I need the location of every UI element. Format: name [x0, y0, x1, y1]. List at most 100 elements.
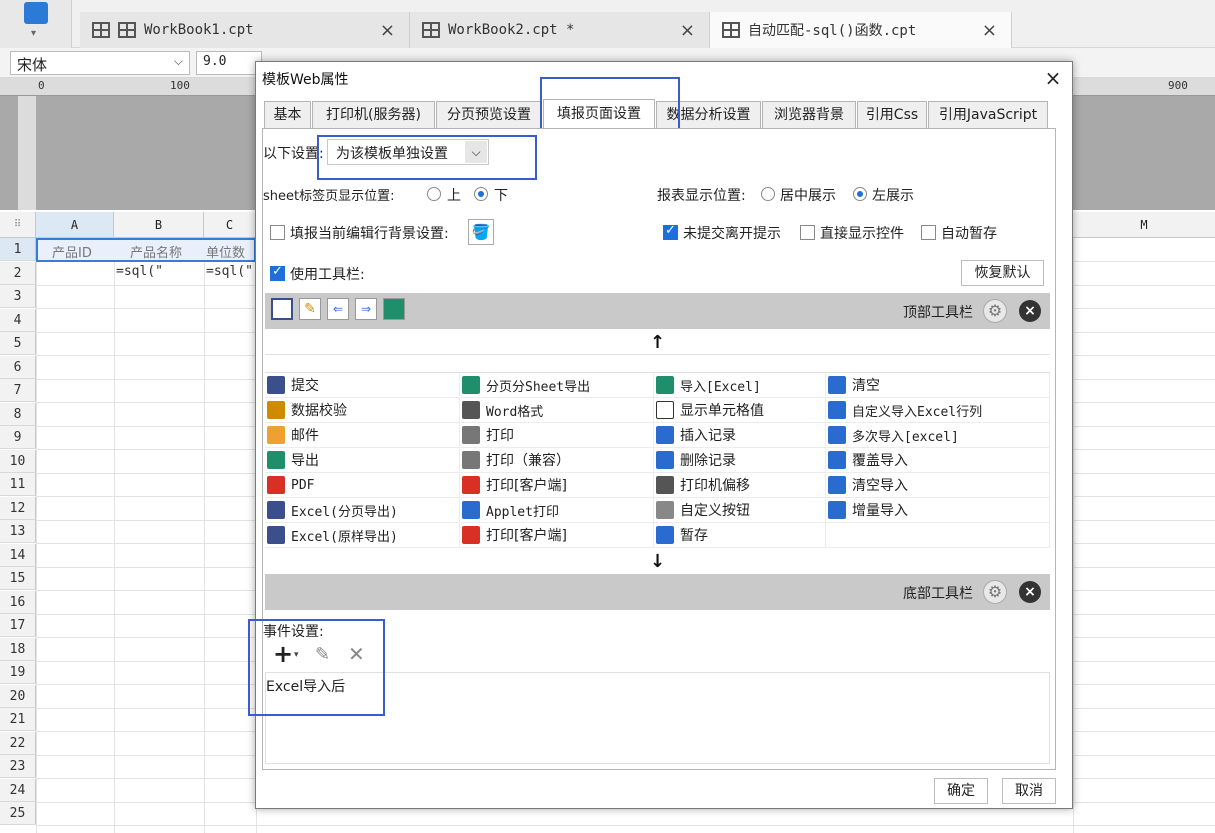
- toolbar-item[interactable]: 插入记录: [654, 423, 826, 448]
- tab-printer-server[interactable]: 打印机(服务器): [312, 101, 435, 129]
- toolbar-item[interactable]: 增量导入: [826, 498, 1050, 523]
- toolbar-item[interactable]: 打印机偏移: [654, 473, 826, 498]
- column-header-m[interactable]: M: [1073, 212, 1215, 238]
- close-icon[interactable]: ×: [380, 20, 395, 41]
- row-header[interactable]: 20: [0, 684, 36, 708]
- toolbar-item[interactable]: 邮件: [265, 423, 460, 448]
- fill-row-bg-checkbox[interactable]: [270, 225, 285, 240]
- close-icon[interactable]: ×: [982, 20, 997, 41]
- tab-workbook1[interactable]: WorkBook1.cpt ×: [80, 12, 410, 48]
- row-header[interactable]: 18: [0, 637, 36, 661]
- close-circle-icon[interactable]: ×: [1019, 300, 1041, 322]
- toolbar-item[interactable]: 导出: [265, 448, 460, 473]
- radio-top[interactable]: [427, 187, 441, 201]
- toolbar-item[interactable]: Excel(原样导出): [265, 523, 460, 548]
- close-circle-icon[interactable]: ×: [1019, 581, 1041, 603]
- row-header[interactable]: 25: [0, 802, 36, 826]
- toolbar-item[interactable]: 自定义导入Excel行列: [826, 398, 1050, 423]
- row-header[interactable]: 9: [0, 426, 36, 450]
- row-header[interactable]: 6: [0, 355, 36, 379]
- pencil-icon[interactable]: ✎: [299, 298, 321, 320]
- ok-button[interactable]: 确定: [934, 778, 988, 804]
- row-header[interactable]: 5: [0, 332, 36, 356]
- row-header[interactable]: 10: [0, 449, 36, 473]
- delete-record-icon[interactable]: ⇒: [355, 298, 377, 320]
- row-header[interactable]: 1: [0, 238, 36, 262]
- close-icon[interactable]: ×: [1043, 66, 1063, 90]
- row-header[interactable]: 17: [0, 614, 36, 638]
- toolbar-item[interactable]: PDF: [265, 473, 460, 498]
- tab-auto-match[interactable]: 自动匹配-sql()函数.cpt ×: [710, 12, 1012, 48]
- toolbar-item[interactable]: Excel(分页导出): [265, 498, 460, 523]
- toolbar-item[interactable]: 暂存: [654, 523, 826, 548]
- cancel-button[interactable]: 取消: [1002, 778, 1056, 804]
- tab-basic[interactable]: 基本: [264, 101, 311, 129]
- row-header[interactable]: 12: [0, 496, 36, 520]
- column-header-a[interactable]: A: [36, 212, 114, 238]
- use-toolbar-checkbox[interactable]: [270, 264, 285, 281]
- radio-bottom[interactable]: [474, 187, 488, 201]
- restore-default-button[interactable]: 恢复默认: [961, 260, 1044, 286]
- toolbar-item[interactable]: 清空导入: [826, 473, 1050, 498]
- column-header-b[interactable]: B: [114, 212, 204, 238]
- bottom-toolbar[interactable]: 底部工具栏 ⚙ ×: [265, 574, 1050, 610]
- toolbar-item-icon: [828, 476, 846, 494]
- close-icon[interactable]: ×: [680, 20, 695, 41]
- row-header[interactable]: 23: [0, 755, 36, 779]
- row-header[interactable]: 2: [0, 261, 36, 285]
- chevron-down-icon[interactable]: ▾: [31, 28, 36, 39]
- row-header[interactable]: 19: [0, 661, 36, 685]
- save-icon[interactable]: [271, 298, 293, 320]
- row-header[interactable]: 21: [0, 708, 36, 732]
- tab-page-preview[interactable]: 分页预览设置: [436, 101, 542, 129]
- tab-browser-bg[interactable]: 浏览器背景: [762, 101, 856, 129]
- auto-save-checkbox[interactable]: [921, 225, 936, 240]
- direct-controls-checkbox[interactable]: [800, 225, 815, 240]
- gear-icon[interactable]: ⚙: [983, 299, 1007, 323]
- toolbar-item[interactable]: 自定义按钮: [654, 498, 826, 523]
- row-header[interactable]: 8: [0, 402, 36, 426]
- row-header[interactable]: 4: [0, 308, 36, 332]
- row-header[interactable]: 13: [0, 520, 36, 544]
- row-header[interactable]: 7: [0, 379, 36, 403]
- down-arrow-icon[interactable]: ↓: [650, 551, 665, 572]
- row-header[interactable]: 3: [0, 285, 36, 309]
- tab-ref-javascript[interactable]: 引用JavaScript: [928, 101, 1048, 129]
- tab-ref-css[interactable]: 引用Css: [857, 101, 927, 129]
- row-header[interactable]: 24: [0, 778, 36, 802]
- column-header-c[interactable]: C: [204, 212, 256, 238]
- font-family-select[interactable]: 宋体 ⌵: [10, 51, 190, 75]
- unsubmitted-leave-checkbox[interactable]: [663, 223, 678, 240]
- row-header[interactable]: 15: [0, 567, 36, 591]
- top-toolbar[interactable]: ✎ ⇐ ⇒ 顶部工具栏 ⚙ ×: [265, 293, 1050, 329]
- toolbar-item[interactable]: 打印[客户端]: [460, 473, 654, 498]
- excel-icon[interactable]: [383, 298, 405, 320]
- toolbar-item[interactable]: 删除记录: [654, 448, 826, 473]
- paint-bucket-icon[interactable]: 🪣: [468, 219, 494, 245]
- toolbar-item[interactable]: 清空: [826, 373, 1050, 398]
- insert-record-icon[interactable]: ⇐: [327, 298, 349, 320]
- toolbar-item[interactable]: 打印（兼容）: [460, 448, 654, 473]
- toolbar-item[interactable]: 打印: [460, 423, 654, 448]
- row-header[interactable]: 16: [0, 590, 36, 614]
- gear-icon[interactable]: ⚙: [983, 580, 1007, 604]
- radio-left[interactable]: [853, 187, 867, 201]
- toolbar-item[interactable]: 覆盖导入: [826, 448, 1050, 473]
- toolbar-item[interactable]: Word格式: [460, 398, 654, 423]
- toolbar-item[interactable]: 打印[客户端]: [460, 523, 654, 548]
- radio-center[interactable]: [761, 187, 775, 201]
- toolbar-item[interactable]: 多次导入[excel]: [826, 423, 1050, 448]
- row-header[interactable]: 11: [0, 473, 36, 497]
- toolbar-item[interactable]: 导入[Excel]: [654, 373, 826, 398]
- toolbar-item[interactable]: Applet打印: [460, 498, 654, 523]
- toolbar-item[interactable]: 显示单元格值: [654, 398, 826, 423]
- up-arrow-icon[interactable]: ↑: [650, 332, 665, 353]
- toolbar-item[interactable]: 提交: [265, 373, 460, 398]
- font-size-select[interactable]: 9.0: [196, 51, 262, 75]
- row-header[interactable]: 22: [0, 731, 36, 755]
- tab-workbook2[interactable]: WorkBook2.cpt * ×: [410, 12, 710, 48]
- toolbar-item[interactable]: 数据校验: [265, 398, 460, 423]
- select-all-corner[interactable]: ⠿: [0, 212, 36, 238]
- row-header[interactable]: 14: [0, 543, 36, 567]
- toolbar-item[interactable]: 分页分Sheet导出: [460, 373, 654, 398]
